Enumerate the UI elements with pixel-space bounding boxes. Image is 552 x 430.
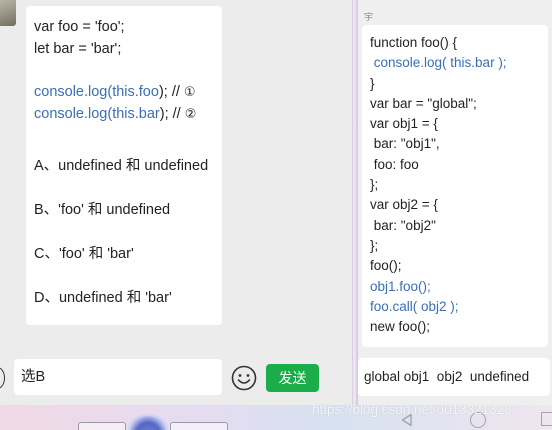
option-c: C、'foo' 和 'bar'	[34, 246, 134, 262]
this-keyword: this.bar	[112, 106, 160, 122]
contact-avatar[interactable]	[0, 0, 16, 26]
console-line-2: console.log(this.bar); // ②	[34, 103, 222, 125]
send-button[interactable]: 发送	[266, 364, 319, 392]
recent-square-icon[interactable]	[541, 412, 552, 426]
emoji-icon[interactable]	[231, 365, 257, 391]
code-line: new foo();	[370, 319, 431, 335]
code-line: let bar = 'bar';	[34, 41, 122, 57]
code-line: };	[370, 177, 379, 193]
code-line: bar: "obj1",	[370, 136, 440, 152]
code-line: foo: foo	[370, 156, 419, 172]
option-d: D、undefined 和 'bar'	[34, 290, 172, 306]
circled-mark: ②	[184, 107, 197, 122]
circled-mark: ①	[183, 85, 196, 100]
code-line: var bar = "global";	[370, 95, 477, 111]
console-line-1: console.log(this.foo); // ①	[34, 81, 222, 103]
option-a: A、undefined 和 undefined	[34, 158, 209, 174]
code-line: var foo = 'foo';	[34, 19, 125, 35]
option-b: B、'foo' 和 undefined	[34, 202, 171, 218]
code-line: obj1.foo();	[370, 278, 431, 294]
taskbar-tab[interactable]	[78, 422, 126, 430]
taskbar-tab[interactable]	[170, 422, 228, 430]
code-line: function foo() {	[370, 35, 458, 50]
code-line: foo.call( obj2 );	[370, 298, 459, 314]
code-line: }	[370, 75, 375, 91]
console-fn: console.log(	[34, 106, 113, 122]
console-rest: ); //	[158, 84, 184, 100]
code-line: var obj2 = {	[370, 197, 438, 213]
code-line: foo();	[370, 258, 402, 274]
code-line: console.log( this.bar );	[370, 55, 507, 71]
sender-name: 宇	[364, 12, 374, 22]
question-message-bubble[interactable]: var foo = 'foo'; let bar = 'bar'; consol…	[26, 6, 222, 325]
this-keyword: this.foo	[112, 84, 159, 100]
code-line: var obj1 = {	[370, 116, 438, 132]
answer-message-bubble[interactable]: global obj1 obj2 undefined	[358, 358, 550, 396]
code-line: };	[370, 237, 379, 253]
message-input[interactable]: 选B	[14, 359, 222, 395]
console-fn: console.log(	[34, 84, 113, 100]
code-message-bubble[interactable]: function foo() { console.log( this.bar )…	[362, 25, 548, 347]
watermark-text: https://blog.csdn.net/u013321328	[312, 402, 512, 417]
code-line: bar: "obj2"	[370, 217, 436, 233]
console-rest: ); //	[159, 106, 185, 122]
